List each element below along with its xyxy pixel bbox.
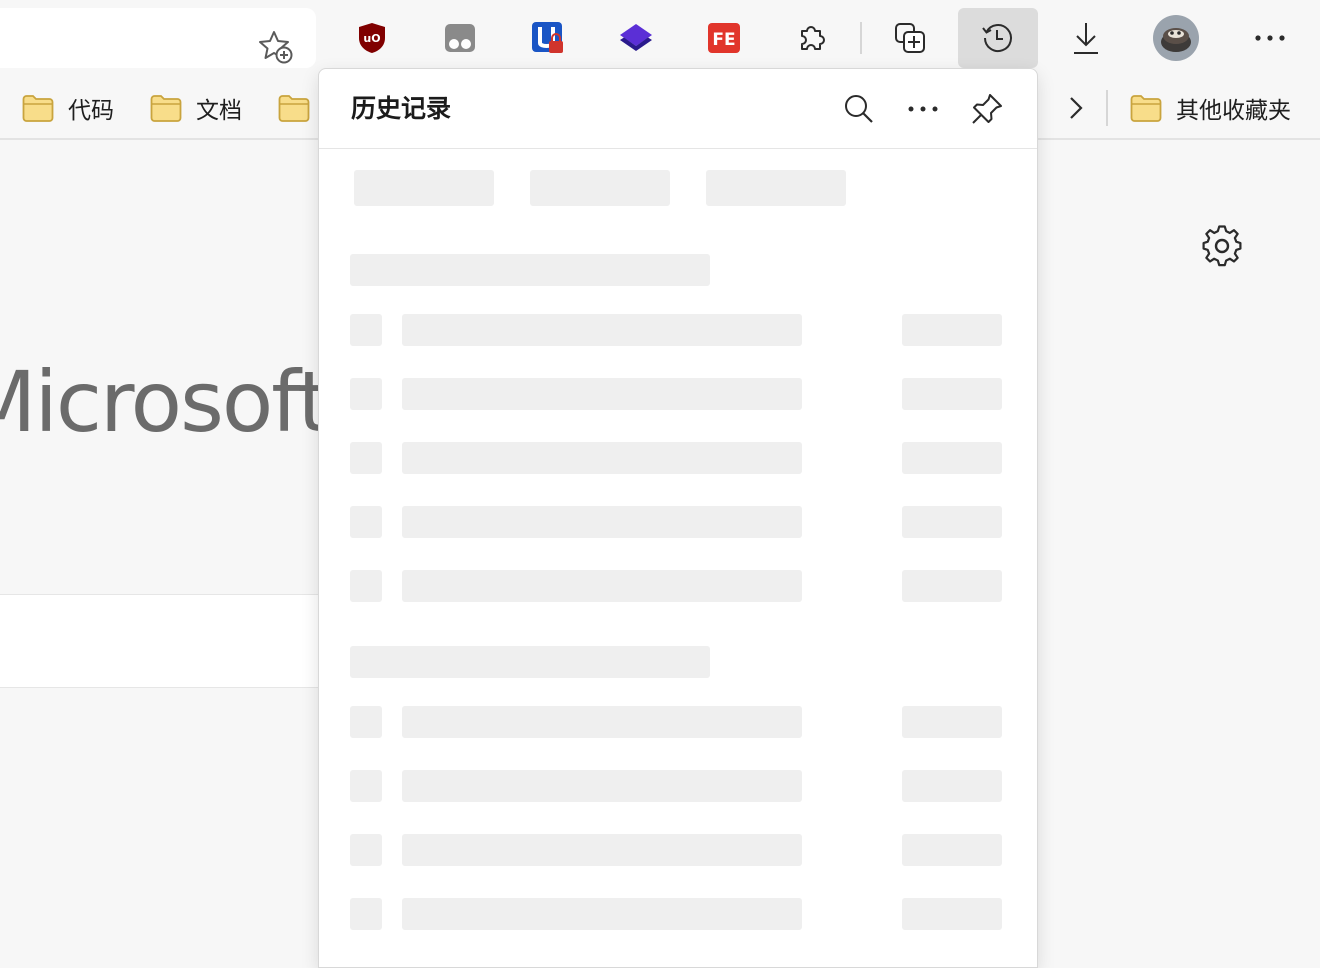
other-favorites-label: 其他收藏夹	[1176, 98, 1291, 124]
skeleton-favicon	[350, 770, 382, 802]
ghostery-button[interactable]	[420, 8, 500, 68]
layers-extension-button[interactable]	[596, 8, 676, 68]
svg-text:FE: FE	[712, 30, 735, 50]
skeleton-title	[402, 706, 802, 738]
skeleton-title	[402, 834, 802, 866]
add-favorite-icon[interactable]	[258, 28, 294, 64]
skeleton-time	[902, 706, 1002, 738]
more-options-icon	[908, 106, 938, 112]
history-button[interactable]	[958, 8, 1038, 68]
skeleton-title	[402, 506, 802, 538]
history-search-button[interactable]	[835, 85, 883, 133]
skeleton-title	[402, 378, 802, 410]
folder-icon	[150, 95, 182, 122]
chevron-right-icon[interactable]	[1062, 90, 1090, 126]
favorite-folder-label: 代码	[68, 98, 114, 124]
skeleton-title	[402, 770, 802, 802]
skeleton-time	[902, 570, 1002, 602]
more-options-icon	[1255, 35, 1285, 41]
collections-icon	[895, 23, 925, 53]
other-favorites-folder[interactable]: 其他收藏夹	[1130, 88, 1291, 128]
history-panel-header: 历史记录	[319, 69, 1037, 149]
skeleton-time	[902, 442, 1002, 474]
skeleton-favicon	[350, 570, 382, 602]
history-more-options-button[interactable]	[899, 85, 947, 133]
favorite-folder-docs[interactable]: 文档	[150, 88, 242, 128]
skeleton-tab	[530, 170, 670, 206]
folder-icon	[278, 95, 310, 122]
folder-icon	[22, 95, 54, 122]
skeleton-title	[402, 898, 802, 930]
microsoft-logo-text: Microsoft	[0, 353, 330, 451]
skeleton-favicon	[350, 378, 382, 410]
skeleton-group-header	[350, 646, 710, 678]
favorites-separator	[1106, 90, 1108, 126]
favorite-folder-partial[interactable]	[278, 88, 310, 128]
history-pin-button[interactable]	[963, 85, 1011, 133]
page-settings-gear-icon[interactable]	[1200, 224, 1244, 268]
download-icon	[1074, 23, 1098, 54]
skeleton-time	[902, 834, 1002, 866]
extensions-button[interactable]	[772, 8, 852, 68]
profile-avatar	[1153, 15, 1199, 61]
browser-toolbar: uO FE	[0, 0, 1320, 76]
skeleton-favicon	[350, 898, 382, 930]
folder-icon	[1130, 95, 1162, 122]
favorite-folder-label: 文档	[196, 98, 242, 124]
skeleton-group-header	[350, 254, 710, 286]
favorite-folder-code[interactable]: 代码	[22, 88, 114, 128]
layers-extension-icon	[620, 24, 652, 51]
skeleton-title	[402, 442, 802, 474]
history-panel: 历史记录	[318, 68, 1038, 968]
history-icon	[982, 24, 1012, 53]
skeleton-favicon	[350, 442, 382, 474]
skeleton-tab	[354, 170, 494, 206]
skeleton-time	[902, 898, 1002, 930]
svg-text:uO: uO	[363, 32, 380, 45]
address-bar[interactable]	[0, 8, 316, 68]
settings-more-button[interactable]	[1230, 8, 1310, 68]
fe-helper-icon: FE	[708, 23, 740, 53]
skeleton-title	[402, 570, 802, 602]
skeleton-favicon	[350, 314, 382, 346]
skeleton-time	[902, 378, 1002, 410]
history-panel-title: 历史记录	[351, 94, 452, 123]
pin-icon	[972, 94, 1002, 124]
skeleton-tab	[706, 170, 846, 206]
skeleton-favicon	[350, 506, 382, 538]
skeleton-time	[902, 314, 1002, 346]
page-search-box[interactable]	[0, 594, 330, 688]
ghostery-icon	[445, 24, 475, 52]
skeleton-time	[902, 770, 1002, 802]
password-manager-icon	[532, 22, 563, 53]
toolbar-separator	[860, 22, 862, 54]
skeleton-title	[402, 314, 802, 346]
skeleton-favicon	[350, 834, 382, 866]
search-icon	[845, 95, 873, 123]
collections-button[interactable]	[870, 8, 950, 68]
skeleton-time	[902, 506, 1002, 538]
skeleton-favicon	[350, 706, 382, 738]
password-manager-button[interactable]	[508, 8, 588, 68]
profile-button[interactable]	[1136, 8, 1216, 68]
fe-helper-button[interactable]: FE	[684, 8, 764, 68]
downloads-button[interactable]	[1046, 8, 1126, 68]
ublock-origin-button[interactable]: uO	[332, 8, 412, 68]
ublock-origin-icon: uO	[359, 23, 385, 53]
extensions-puzzle-icon	[801, 26, 825, 50]
